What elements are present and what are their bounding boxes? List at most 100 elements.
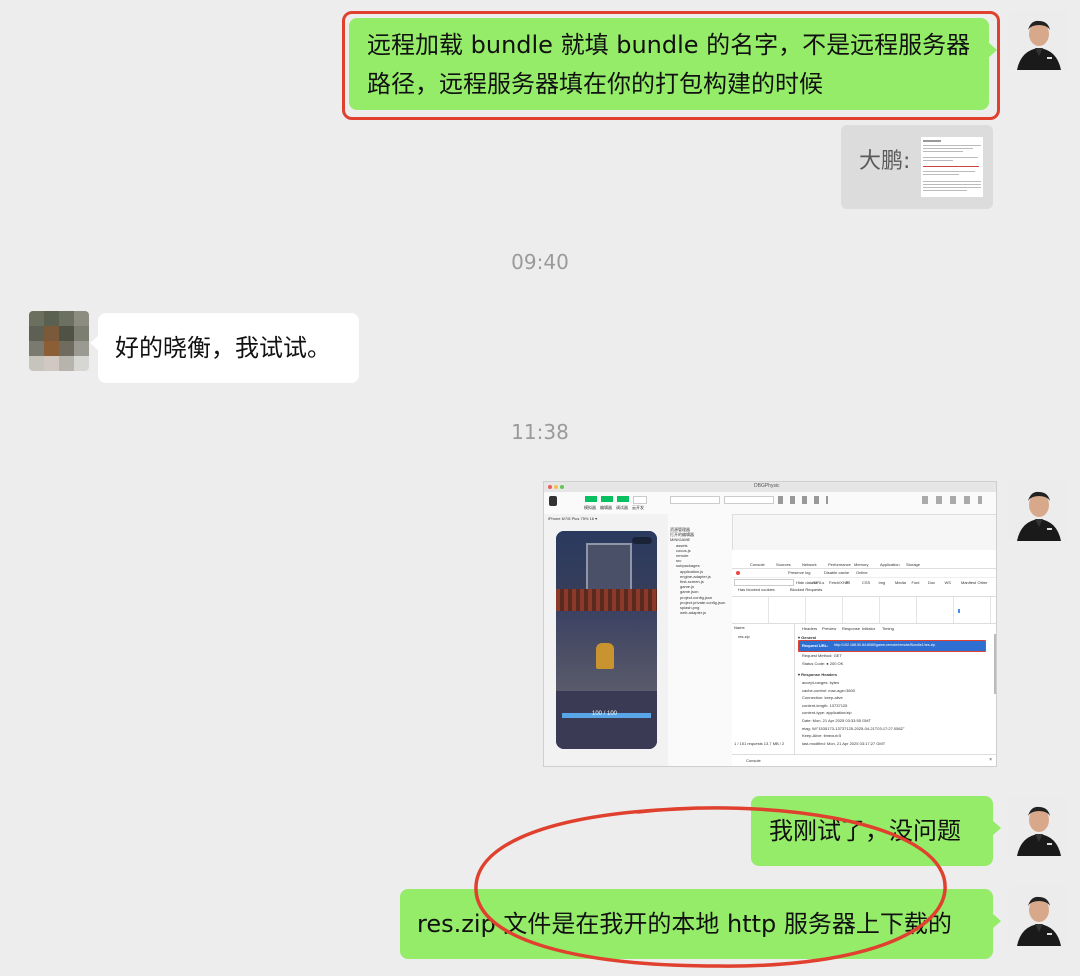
document-thumbnail-icon: [923, 140, 981, 191]
avatar[interactable]: [1009, 481, 1069, 541]
toolbar-label-debugger: 调试器: [616, 505, 628, 510]
network-controls: Preserve log Disable cache Online: [732, 569, 996, 578]
timestamp: 09:40: [511, 250, 569, 274]
blocked-cookies-checkbox[interactable]: Has blocked cookies: [738, 586, 775, 593]
filter-type[interactable]: Manifest: [961, 579, 976, 586]
message-bubble-2[interactable]: 好的晓衡，我试试。: [90, 313, 359, 383]
message-text-line-1: 远程加载 bundle 就填 bundle 的名字，不是远程服务器: [367, 31, 971, 59]
toolbar-btn-cloud[interactable]: [633, 496, 647, 504]
request-detail: Headers Preview Response Initiator Timing ▾ …: [794, 624, 996, 754]
mode-select[interactable]: [670, 496, 720, 504]
response-header-row: Keep-Alive: timeout=5: [802, 733, 842, 739]
detail-tab[interactable]: Timing: [882, 625, 894, 632]
devtools-tab[interactable]: Memory: [854, 561, 868, 568]
devtools-tabs: Console Sources Network Performance Memory Ap…: [732, 560, 996, 569]
toolbar-label-cloud: 云开发: [632, 505, 644, 510]
devtools-tab[interactable]: Performance: [828, 561, 851, 568]
disable-cache-checkbox[interactable]: Disable cache: [824, 569, 849, 576]
maximize-dot-icon: [560, 485, 564, 489]
window-titlebar: DBGPhysic: [544, 482, 996, 492]
quote-sender: 大鹏:: [859, 149, 911, 174]
devtools-tab[interactable]: Storage: [906, 561, 920, 568]
record-icon[interactable]: [736, 571, 740, 575]
filter-type[interactable]: CSS: [862, 579, 870, 586]
devtools-panel: Console Sources Network Performance Memory Ap…: [732, 550, 996, 766]
filter-type[interactable]: Other: [978, 579, 988, 586]
request-row-res-zip[interactable]: res.zip: [738, 633, 750, 640]
request-method: Request Method: GET: [802, 653, 842, 658]
file-explorer: 资源管理器 打开的编辑器 MINIGAME assets cocos-js remote s…: [668, 514, 733, 766]
avatar[interactable]: [29, 311, 89, 371]
toolbar-btn-editor[interactable]: [601, 496, 613, 502]
filter-type[interactable]: All: [813, 579, 817, 586]
response-header-row: content-type: application/zip: [802, 710, 852, 716]
devtools-tab[interactable]: Application: [880, 561, 900, 568]
avatar[interactable]: [1009, 10, 1069, 70]
request-url-value: http://192.168.50.84:8080/game-remote/re…: [834, 643, 936, 647]
filter-row: Hide data URLs All Fetch/XHR JS CSS Img Media F…: [732, 578, 996, 586]
scrollbar[interactable]: [994, 634, 996, 694]
filter-type[interactable]: Img: [879, 579, 886, 586]
response-header-row: Connection: keep-alive: [802, 695, 843, 701]
phone-screen[interactable]: 100 / 100: [556, 531, 657, 749]
filter-type[interactable]: Font: [912, 579, 920, 586]
filter-type[interactable]: Hide data URLs: [796, 579, 824, 586]
response-header-row: content-length: 13737125: [802, 702, 848, 708]
quoted-message[interactable]: 大鹏:: [841, 125, 993, 209]
health-text: 100 / 100: [592, 711, 618, 717]
filter-type[interactable]: Doc: [928, 579, 935, 586]
filter-input[interactable]: [734, 579, 794, 586]
avatar[interactable]: [1009, 796, 1069, 856]
blocked-requests-checkbox[interactable]: Blocked Requests: [790, 586, 822, 593]
window-title: DBGPhysic: [754, 483, 780, 489]
device-select[interactable]: iPhone 6/7/8 Plus 75% 16 ▾: [548, 515, 597, 522]
simulator-panel: iPhone 6/7/8 Plus 75% 16 ▾ 100 / 100: [544, 514, 669, 766]
detail-tab[interactable]: Response: [842, 625, 860, 632]
filter-type[interactable]: Media: [895, 579, 906, 586]
timestamp: 11:38: [511, 420, 569, 444]
response-headers-section[interactable]: ▾ Response Headers: [798, 671, 837, 678]
toolbar-upload-icons[interactable]: [922, 496, 982, 504]
avatar-photo-icon: [1009, 886, 1069, 946]
message-text-line-2: 路径，远程服务器填在你的打包构建的时候: [367, 70, 823, 98]
response-header-row: Date: Mon, 21 Apr 2025 03:33:55 GMT: [802, 718, 871, 723]
response-header-row: last-modified: Mon, 21 Apr 2025 03:17:27…: [802, 740, 886, 746]
avatar-photo-icon: [1009, 796, 1069, 856]
file-tree-item[interactable]: web-adapter.js: [680, 609, 706, 616]
throttle-select[interactable]: Online: [856, 569, 868, 576]
request-list: Name res.zip 1 / 151 requests 13.7 MB / …: [732, 624, 795, 754]
response-header-row: etag: W/"1535173-13737125-2025-04-21T03:…: [802, 725, 905, 731]
devtools-tab[interactable]: Sources: [776, 561, 791, 568]
devtools-tab[interactable]: Network: [802, 561, 817, 568]
response-header-row: cache-control: max-age=3600: [802, 687, 856, 693]
minimize-dot-icon: [554, 485, 558, 489]
console-drawer-tab[interactable]: Console: [746, 757, 761, 764]
toolbar-btn-debugger[interactable]: [617, 496, 629, 502]
detail-tab[interactable]: Initiator: [862, 625, 875, 632]
filter-type[interactable]: JS: [846, 579, 851, 586]
toolbar-right-icons[interactable]: [778, 496, 828, 504]
filter-type[interactable]: WS: [945, 579, 951, 586]
game-character: [596, 643, 614, 669]
name-column-header: Name: [734, 625, 745, 630]
compile-select[interactable]: [724, 496, 774, 504]
avatar[interactable]: [1009, 886, 1069, 946]
toolbar-label-simulator: 模拟器: [584, 505, 596, 510]
message-text: 好的晓衡，我试试。: [115, 334, 331, 362]
user-avatar: [549, 496, 557, 506]
preserve-log-checkbox[interactable]: Preserve log: [788, 569, 810, 576]
status-code: Status Code: ● 200 OK: [802, 661, 844, 666]
detail-tab[interactable]: Headers: [802, 625, 817, 632]
detail-tab[interactable]: Preview: [822, 625, 836, 632]
close-drawer-icon[interactable]: ×: [989, 757, 992, 763]
response-header-row: accept-ranges: bytes: [802, 680, 840, 685]
capsule-menu-icon[interactable]: [632, 537, 652, 544]
quote-thumbnail[interactable]: [921, 137, 983, 197]
message-bubble-1[interactable]: 远程加载 bundle 就填 bundle 的名字，不是远程服务器 路径，远程服…: [349, 18, 997, 110]
status-bar-text: 1 / 151 requests 13.7 MB / 2: [734, 741, 785, 746]
image-message[interactable]: DBGPhysic 模拟器 编辑器 调试器 云开发 iPhone 6/7/8 P…: [543, 481, 997, 767]
toolbar: 模拟器 编辑器 调试器 云开发: [544, 492, 996, 515]
devtools-tab[interactable]: Console: [750, 561, 765, 568]
console-drawer: Console ×: [732, 754, 996, 766]
toolbar-btn-simulator[interactable]: [585, 496, 597, 502]
